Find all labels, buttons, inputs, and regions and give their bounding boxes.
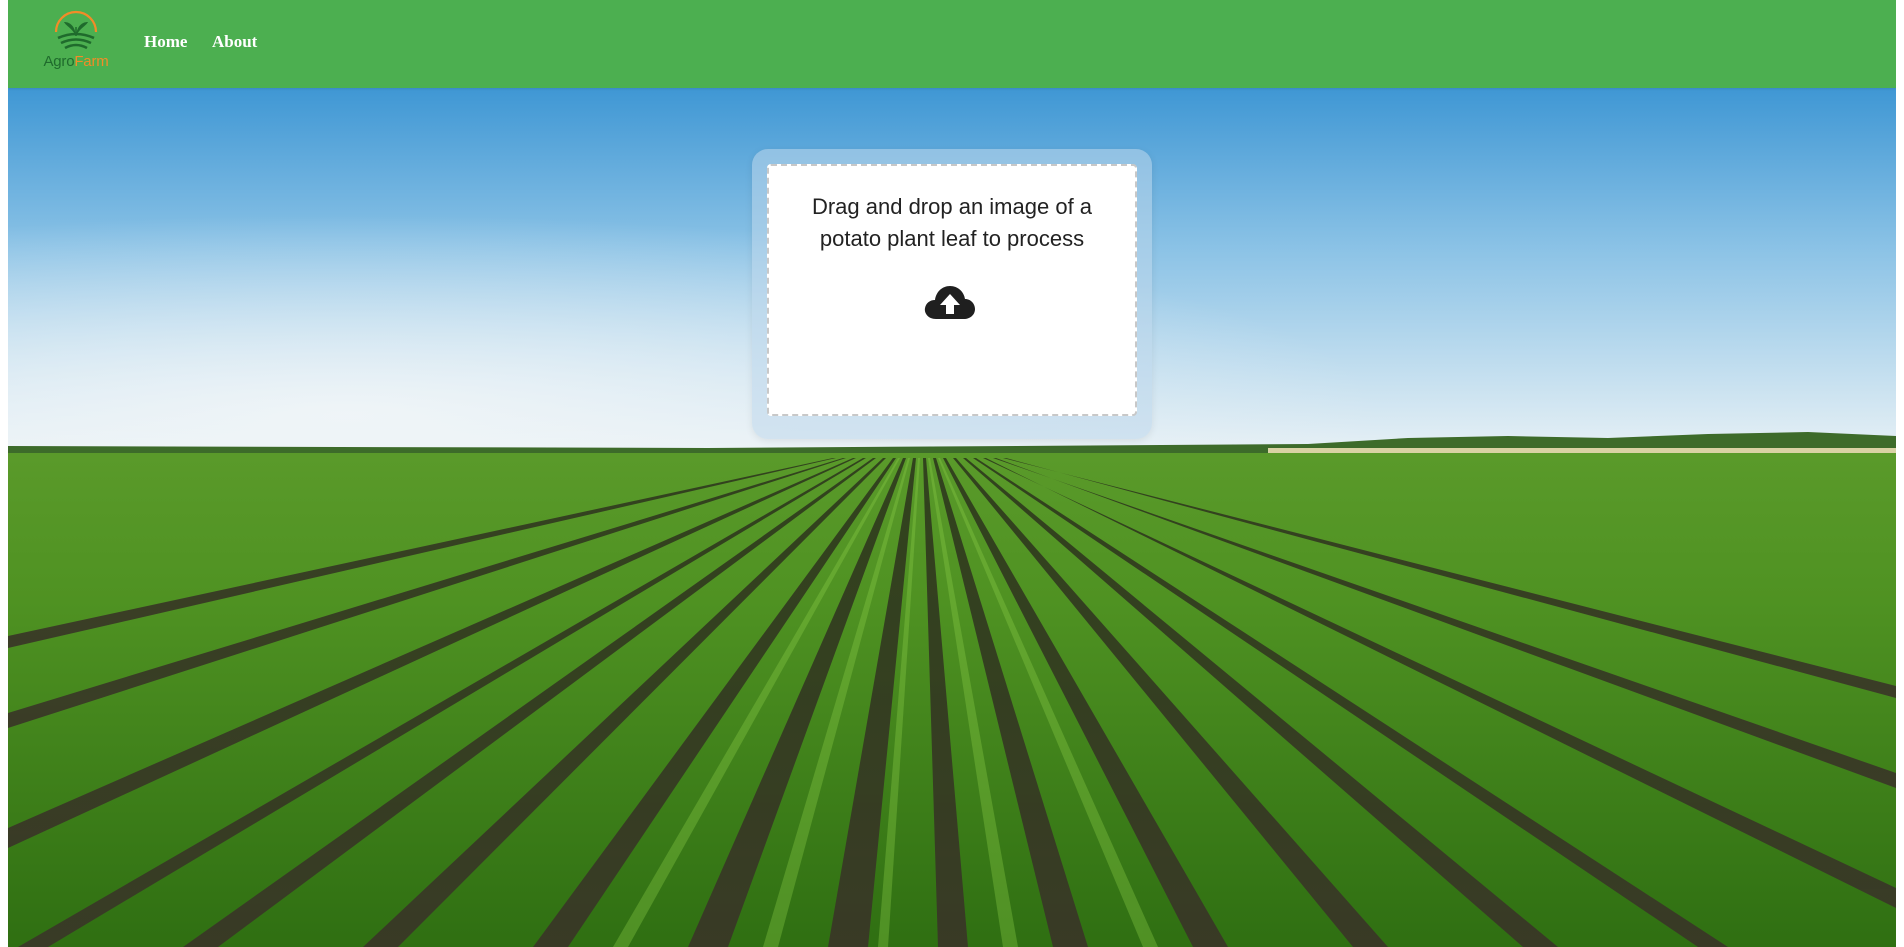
hero-section: Drag and drop an image of a potato plant… <box>8 88 1896 947</box>
brand-name-part2: Farm <box>74 53 109 70</box>
brand-name-part1: Agro <box>43 53 75 70</box>
image-dropzone[interactable]: Drag and drop an image of a potato plant… <box>767 164 1137 416</box>
page: AgroFarm Home About Drag and drop an ima… <box>8 0 1896 947</box>
nav-link-about[interactable]: About <box>212 32 257 52</box>
leaf-sun-logo-icon <box>54 10 98 50</box>
brand-logo[interactable]: AgroFarm <box>38 10 114 74</box>
cloud-upload-icon[interactable] <box>924 283 976 321</box>
navbar: AgroFarm Home About <box>8 0 1896 88</box>
upload-card: Drag and drop an image of a potato plant… <box>752 149 1152 439</box>
dropzone-instruction: Drag and drop an image of a potato plant… <box>811 194 1093 251</box>
brand-name: AgroFarm <box>38 53 114 70</box>
nav-link-home[interactable]: Home <box>144 32 187 52</box>
